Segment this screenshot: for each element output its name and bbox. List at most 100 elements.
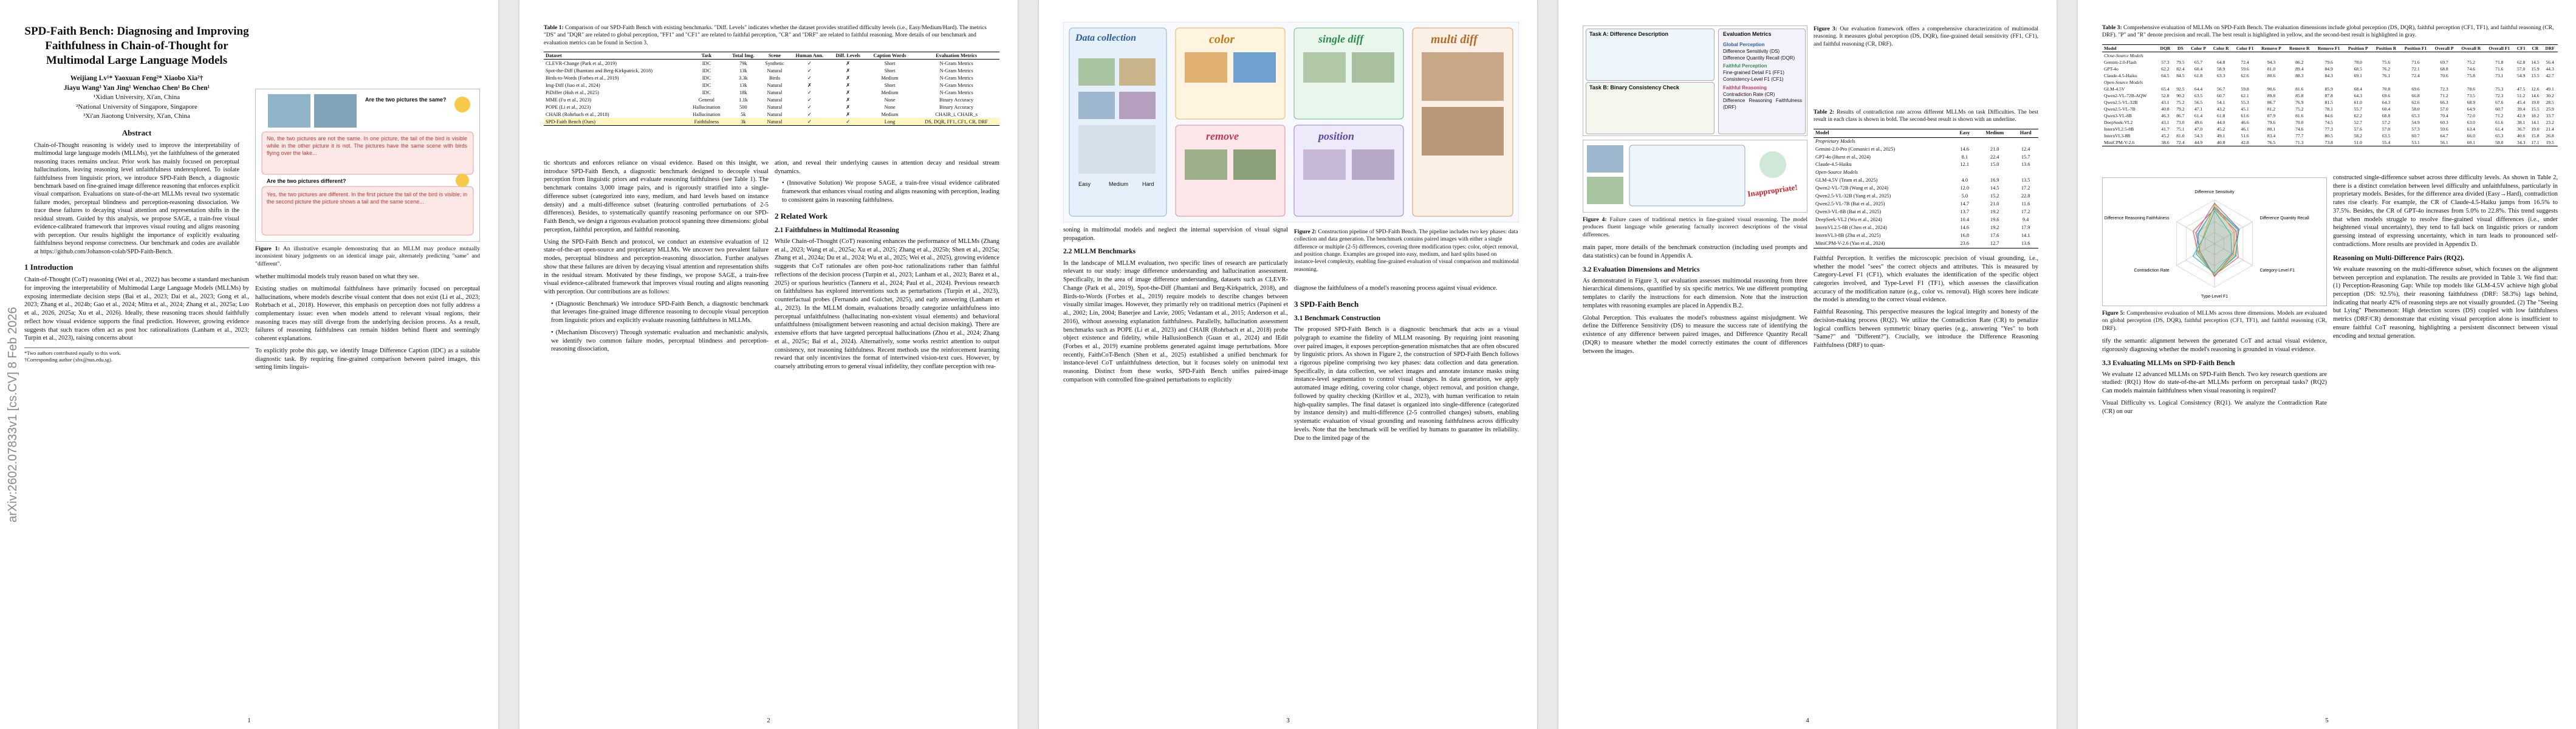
table-cell: 39.4 (2517, 106, 2526, 112)
metric-cf1: Consistency-Level F1 (CF1) (1723, 76, 1784, 82)
paper-title: SPD-Faith Bench: Diagnosing and Improvin… (24, 25, 249, 67)
table-header-cell: Easy (1953, 128, 1977, 138)
table-header-cell: Task (686, 52, 727, 60)
figure-4-graphic (1587, 145, 1786, 207)
table-cell: 25.9 (2546, 106, 2554, 112)
page4-left-paragraph-1: main paper, more details of the benchmar… (1583, 244, 1807, 259)
table-cell: 30.2 (2546, 92, 2554, 98)
table-subheader-cell: Open-Source Models (2104, 79, 2143, 85)
sample-image (1587, 145, 1623, 173)
table-cell: 89.4 (2295, 66, 2304, 72)
table-cell: 40.8 (2209, 139, 2233, 146)
table-cell: 57.0 (2382, 126, 2391, 132)
table-cell: 15.7 (2021, 154, 2030, 160)
table-cell: 12.0 (1960, 185, 1970, 191)
table-cell: 80.5 (2324, 132, 2333, 139)
table-row: Img-Diff (Jiao et al., 2024) IDC 13k Natura… (544, 81, 999, 89)
robot-icon (1759, 151, 1786, 178)
table-cell: 62.2 (2161, 66, 2170, 72)
metric-cr: Contradiction Rate (CR) (1723, 91, 1775, 97)
metric-group-global: Global Perception (1723, 42, 1765, 47)
table-cell: 86.7 (2176, 112, 2185, 118)
table-cell: ✗ (846, 75, 851, 81)
page5-left-column: Difference Sensitivity Difference Quantit… (2102, 174, 2327, 419)
table-cell: 79k (739, 60, 747, 66)
table-cell: 38.1 (2517, 119, 2526, 125)
table-row: MME (Fu et al., 2023) General 1.1k Natural ✓… (544, 96, 999, 103)
table-cell: 72.1 (2411, 66, 2420, 72)
table-cell: 38.6 (2157, 139, 2174, 146)
table-cell: 51.6 (2241, 132, 2249, 139)
table-cell: 40.8 (2161, 106, 2170, 112)
table-cell: 61.6 (2241, 112, 2249, 118)
table-row: GLM-4.5V 65.4 92.5 64.4 56.7 59.8 90.6 81.6 85.9… (2102, 86, 2558, 92)
table-cell: 85.8 (2295, 92, 2304, 98)
page4-left-paragraph-2: As demonstrated in Figure 3, our evaluat… (1583, 277, 1807, 309)
page1-right-column: Are the two pictures the same? No, the t… (255, 85, 480, 375)
table-cell: 47.5 (2517, 86, 2526, 92)
table-cell: 54.3 (2194, 132, 2203, 139)
table-cell: 64.7 (2440, 132, 2448, 139)
table-row: Qwen2.5-VL-7B 40.8 79.2 47.1 43.2 45.1 81.2 75.… (2102, 106, 2558, 112)
table-cell: 10.4 (1960, 217, 1970, 223)
table-cell: Hallucination (693, 111, 721, 117)
table-row: Qwen3-VL-8B 46.3 86.7 61.4 61.8 61.6 87.9 81.6 8… (2102, 112, 2558, 119)
table-cell: 22.8 (2021, 193, 2030, 199)
table-cell: 69.1 (2354, 72, 2362, 78)
table-cell: 71.6 (2411, 59, 2420, 65)
table-row: MiniCPM-V-2.6 38.6 72.4 44.9 40.8 42.8 76.5 71.… (2102, 139, 2558, 146)
faithfulness-subheading: 2.1 Faithfulness in Multimodal Reasoning (775, 226, 899, 234)
label-medium: Medium (1109, 181, 1129, 187)
table-cell: Spot-the-Diff (Jhamtani and Berg-Kirkpat… (546, 67, 653, 74)
table-cell: 89.8 (2267, 92, 2276, 98)
thinking-emoji-icon (456, 174, 469, 187)
table-cell: Birds-to-Words (Forbes et al., 2019) (546, 75, 619, 81)
table-cell: 62.1 (2241, 92, 2249, 98)
table-cell: 63.5 (2194, 92, 2203, 98)
radar-axis-label: Type-Level F1 (2201, 295, 2228, 299)
table-subheader-row: Open-Source Models (2102, 79, 2558, 86)
table-header-cell: Overall P (2431, 44, 2458, 52)
sample-image (1352, 149, 1394, 180)
paper-page-1: arXiv:2602.07833v1 [cs.CV] 8 Feb 2026 SP… (0, 0, 498, 729)
table-cell: 44.9 (2187, 139, 2210, 146)
table-cell: GPT-4o (2104, 66, 2119, 72)
table-cell: 61.8 (2217, 112, 2225, 118)
table-cell: 72.0 (2467, 112, 2475, 118)
table-row: MiniCPM-V-2.6 (Yao et al., 2024) 23.6 12.7… (1814, 239, 2038, 248)
table-row: CHAIR (Rohrbach et al., 2018) Hallucinati… (544, 111, 999, 118)
table-cell: Qwen2-VL-72B-AQW (2104, 92, 2147, 98)
paper-page-3: Data collection color single diff remove… (1039, 0, 1537, 729)
table-3-block: Table 3: Comprehensive evaluation of MLL… (2102, 22, 2558, 146)
table-cell: 65.3 (2495, 132, 2504, 139)
table-cell: 16.9 (1990, 177, 1999, 183)
table-header-cell: Model (1814, 128, 1953, 138)
page3-left-paragraph-1: soning in multimodal models and neglect … (1063, 227, 1288, 242)
metric-drf: Difference Reasoning Faithfulness (DRF) (1723, 98, 1802, 111)
sample-image (1587, 177, 1623, 204)
table-cell: 57.0 (2517, 66, 2526, 72)
page-number: 1 (247, 717, 251, 724)
table-cell: 22.4 (1990, 154, 1999, 160)
table-cell: 3k (726, 118, 760, 126)
table-cell: Gemini-2.0-Flash (2104, 59, 2137, 65)
table-cell: 69.6 (2382, 92, 2391, 98)
table-cell: 14.5 (2531, 59, 2540, 65)
table-cell: 55.4 (2372, 139, 2400, 146)
metrics-list: Global Perception Difference Sensitivity… (1723, 42, 1802, 111)
sample-image (1422, 52, 1504, 101)
table-cell: 3.3k (739, 75, 748, 81)
table-cell: 12.7 (1976, 239, 2013, 248)
figure-1-question-2: Are the two pictures different? (267, 178, 346, 184)
table-header-cell: DS (2173, 44, 2188, 52)
table-cell: 68.8 (2440, 66, 2448, 72)
table-cell: ✗ (846, 68, 851, 74)
table-cell: 81.5 (2324, 99, 2333, 105)
table-cell: 90.2 (2176, 92, 2185, 98)
table-row: Claude-4.5-Haiku 64.5 84.5 61.8 63.3 62.6 80.6… (2102, 72, 2558, 79)
table-row: Qwen2-VL-72B (Wang et al., 2024) 12.0 14.5… (1814, 185, 2038, 193)
table-cell: 58.0 (2484, 139, 2514, 146)
page5-left-paragraph-2: We evaluate 12 advanced MLLMs on SPD-Fai… (2102, 371, 2327, 395)
table-cell: InternVL2.5-8B (2104, 126, 2134, 132)
table-cell: 17.2 (2021, 209, 2030, 215)
